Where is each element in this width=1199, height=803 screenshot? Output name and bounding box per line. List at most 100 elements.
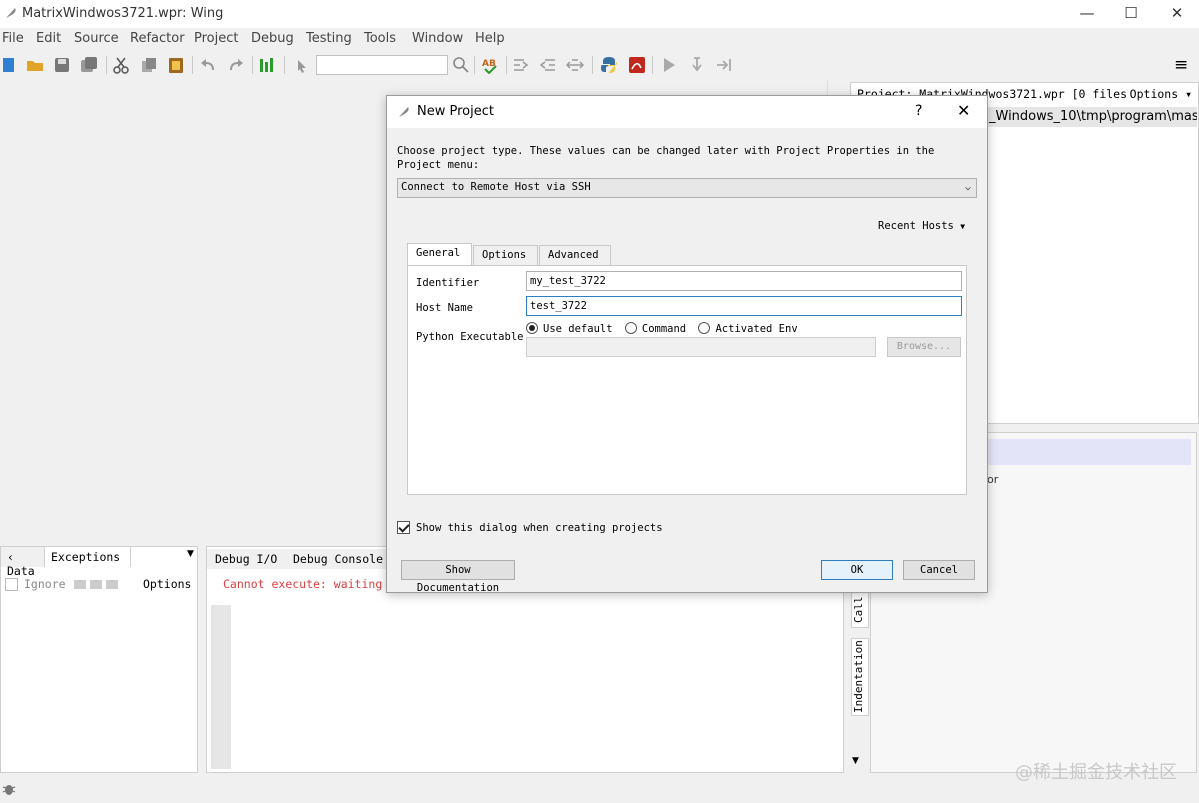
indent-toggle-icon[interactable] — [566, 56, 584, 74]
window-title: MatrixWindwos3721.wpr: Wing — [22, 6, 224, 21]
dialog-close-button[interactable]: ✕ — [957, 101, 970, 120]
python-exec-radio-group: Use default Command Activated Env — [526, 322, 798, 335]
tab-general[interactable]: General — [407, 243, 472, 265]
tab-exceptions[interactable]: Exceptions — [45, 547, 131, 567]
menu-tools[interactable]: Tools — [364, 31, 396, 46]
undo-icon[interactable] — [200, 56, 218, 74]
indent-chart-icon[interactable] — [258, 56, 276, 74]
search-icon[interactable] — [452, 56, 470, 74]
step-over-icon[interactable] — [715, 56, 733, 74]
tab-debug-console[interactable]: Debug Console — [285, 549, 393, 569]
project-type-select[interactable]: Connect to Remote Host via SSH ⌵ — [397, 178, 977, 198]
tab-data[interactable]: ‹ Data — [1, 547, 45, 578]
paste-icon[interactable] — [167, 56, 185, 74]
radio-activated-env[interactable] — [698, 322, 711, 334]
minimize-button[interactable]: — — [1064, 2, 1110, 24]
redo-icon[interactable] — [226, 56, 244, 74]
dialog-help-button[interactable]: ? — [915, 103, 922, 119]
spellcheck-icon[interactable]: AB — [481, 56, 499, 74]
tab-debug-io[interactable]: Debug I/O — [207, 549, 287, 569]
exceptions-options-button[interactable]: Options — [143, 577, 191, 591]
menu-edit[interactable]: Edit — [36, 31, 61, 46]
hamburger-menu-icon[interactable]: ≡ — [1174, 55, 1192, 75]
cut-icon[interactable] — [112, 56, 130, 74]
ignore-checkbox-box[interactable] — [5, 578, 18, 591]
recent-hosts-label: Recent Hosts — [878, 220, 954, 232]
dropdown-arrow-icon: ▼ — [960, 222, 966, 231]
close-window-button[interactable]: ✕ — [1154, 2, 1199, 24]
python-icon[interactable] — [600, 56, 618, 74]
toolbar-separator — [284, 56, 285, 74]
open-folder-icon[interactable] — [26, 56, 44, 74]
debug-io-message: Cannot execute: waiting for — [223, 577, 410, 591]
project-options-button[interactable]: Options ▾ — [1130, 87, 1192, 101]
wing-feather-icon — [6, 8, 16, 18]
show-dialog-checkbox[interactable] — [397, 521, 410, 534]
tools-text-fragment: or — [987, 473, 999, 486]
chevron-down-icon: ⌵ — [964, 182, 971, 193]
watermark: @稀土掘金技术社区 — [1015, 762, 1177, 783]
dialog-title: New Project — [417, 104, 494, 119]
toolbar-separator — [474, 56, 475, 74]
tab-indentation[interactable]: Indentation — [851, 638, 869, 716]
run-icon[interactable] — [660, 56, 678, 74]
menu-source[interactable]: Source — [74, 31, 119, 46]
exception-remove-icon[interactable] — [90, 580, 102, 589]
panel-menu-arrow-icon[interactable]: ▼ — [187, 549, 194, 559]
new-project-dialog: New Project ? ✕ Choose project type. The… — [386, 95, 988, 594]
tab-data-label: Data — [7, 564, 35, 578]
python-executable-input — [526, 337, 876, 357]
python-executable-label: Python Executable — [416, 331, 524, 343]
menu-file[interactable]: File — [2, 31, 24, 46]
tabs-overflow-arrow-icon[interactable]: ▼ — [852, 756, 859, 766]
identifier-input[interactable]: my_test_3722 — [526, 271, 962, 291]
ok-button[interactable]: OK — [821, 560, 893, 580]
pdf-icon[interactable] — [628, 56, 646, 74]
menu-help[interactable]: Help — [475, 31, 505, 46]
tab-options[interactable]: Options — [473, 245, 538, 265]
save-all-icon[interactable] — [80, 56, 98, 74]
window-titlebar: MatrixWindwos3721.wpr: Wing — ☐ ✕ — [0, 0, 1199, 28]
step-into-icon[interactable] — [688, 56, 706, 74]
identifier-label: Identifier — [416, 277, 480, 289]
bug-icon[interactable] — [2, 782, 16, 796]
tab-advanced[interactable]: Advanced — [539, 245, 611, 265]
project-tree-item[interactable]: _Windows_10\tmp\program\mask_r — [987, 107, 1197, 127]
outdent-icon[interactable] — [539, 56, 557, 74]
maximize-button[interactable]: ☐ — [1108, 2, 1154, 24]
cancel-button[interactable]: Cancel — [903, 560, 975, 580]
hostname-input[interactable]: test_3722 — [526, 296, 962, 316]
ignore-label: Ignore — [24, 577, 66, 591]
radio-command[interactable] — [624, 322, 637, 334]
toolbar: AB ≡ — [0, 50, 1199, 80]
recent-hosts-button[interactable]: Recent Hosts ▼ — [878, 220, 965, 232]
toolbar-separator — [506, 56, 507, 74]
ignore-checkbox[interactable]: Ignore — [5, 577, 66, 591]
menu-debug[interactable]: Debug — [251, 31, 294, 46]
indent-icon[interactable] — [512, 56, 530, 74]
menu-refactor[interactable]: Refactor — [130, 31, 185, 46]
browse-button: Browse... — [887, 337, 961, 357]
show-documentation-button[interactable]: Show Documentation — [401, 560, 515, 594]
goto-pointer-icon[interactable] — [292, 56, 310, 74]
save-icon[interactable] — [53, 56, 71, 74]
menu-project[interactable]: Project — [194, 31, 238, 46]
toolbar-search-input[interactable] — [316, 55, 448, 75]
exceptions-panel: ‹ Data Exceptions ▼ Ignore Options — [0, 546, 198, 773]
project-options-label: Options — [1129, 87, 1179, 101]
copy-icon[interactable] — [140, 56, 158, 74]
exception-add-icon[interactable] — [74, 580, 86, 589]
debug-io-scrollbar[interactable] — [211, 605, 231, 769]
radio-use-default-label: Use default — [543, 323, 613, 335]
project-type-value: Connect to Remote Host via SSH — [401, 181, 591, 193]
menu-testing[interactable]: Testing — [306, 31, 352, 46]
radio-use-default[interactable] — [526, 322, 538, 334]
toolbar-separator — [252, 56, 253, 74]
tools-selected-row[interactable] — [987, 439, 1191, 465]
hostname-label: Host Name — [416, 302, 473, 314]
show-dialog-option[interactable]: Show this dialog when creating projects — [397, 521, 663, 534]
menu-window[interactable]: Window — [412, 31, 463, 46]
tab-call[interactable]: Call — [851, 592, 869, 628]
exception-clear-icon[interactable] — [106, 580, 118, 589]
new-file-icon[interactable] — [0, 56, 18, 74]
